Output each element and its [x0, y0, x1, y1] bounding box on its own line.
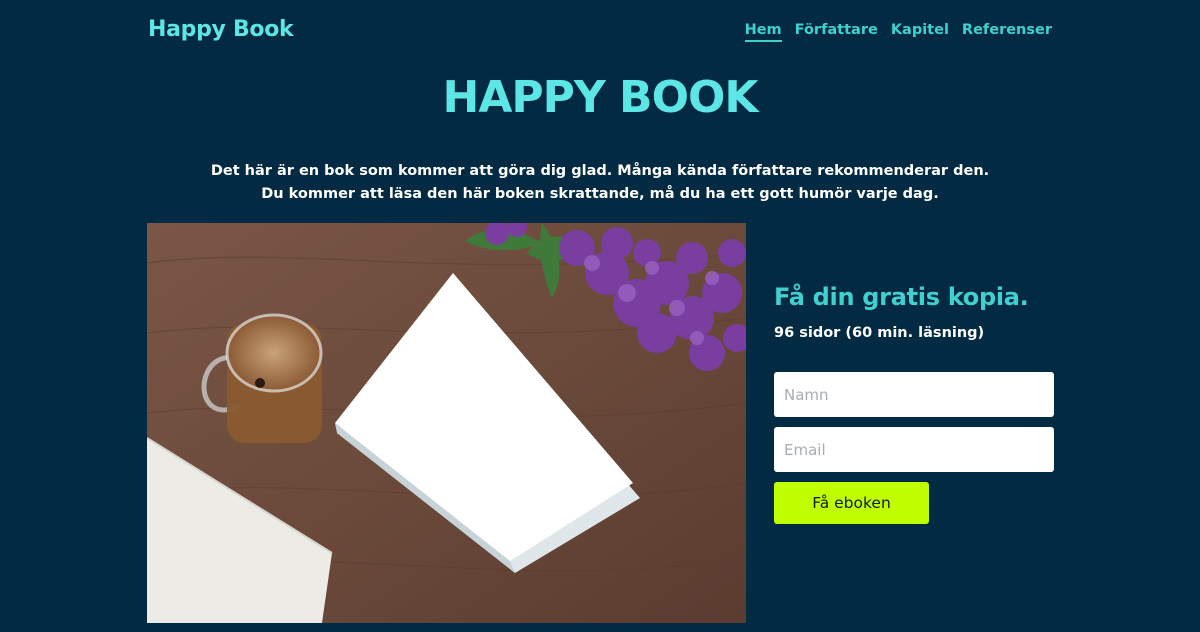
hero-intro-line-2: Du kommer att läsa den här boken skratta… [261, 186, 939, 202]
email-field[interactable] [774, 427, 1054, 472]
signup-subtitle: 96 sidor (60 min. läsning) [774, 325, 985, 341]
signup-title: Få din gratis kopia. [774, 283, 1029, 311]
hero-title: HAPPY BOOK [442, 72, 759, 123]
hero-intro: Det här är en bok som kommer att göra di… [0, 160, 1200, 206]
book-photo [147, 223, 746, 623]
nav-item-referenser[interactable]: Referenser [962, 22, 1052, 42]
get-ebook-button[interactable]: Få eboken [774, 482, 929, 524]
nav-item-hem[interactable]: Hem [744, 22, 782, 42]
signup-panel: Få din gratis kopia. 96 sidor (60 min. l… [774, 283, 1054, 524]
main-nav: Hem Författare Kapitel Referenser [744, 22, 1052, 42]
hero-intro-line-1: Det här är en bok som kommer att göra di… [210, 163, 990, 179]
name-field[interactable] [774, 372, 1054, 417]
nav-item-forfattare[interactable]: Författare [795, 22, 878, 42]
site-logo[interactable]: Happy Book [148, 17, 294, 42]
nav-item-kapitel[interactable]: Kapitel [891, 22, 949, 42]
book-photo-illustration [147, 223, 746, 623]
